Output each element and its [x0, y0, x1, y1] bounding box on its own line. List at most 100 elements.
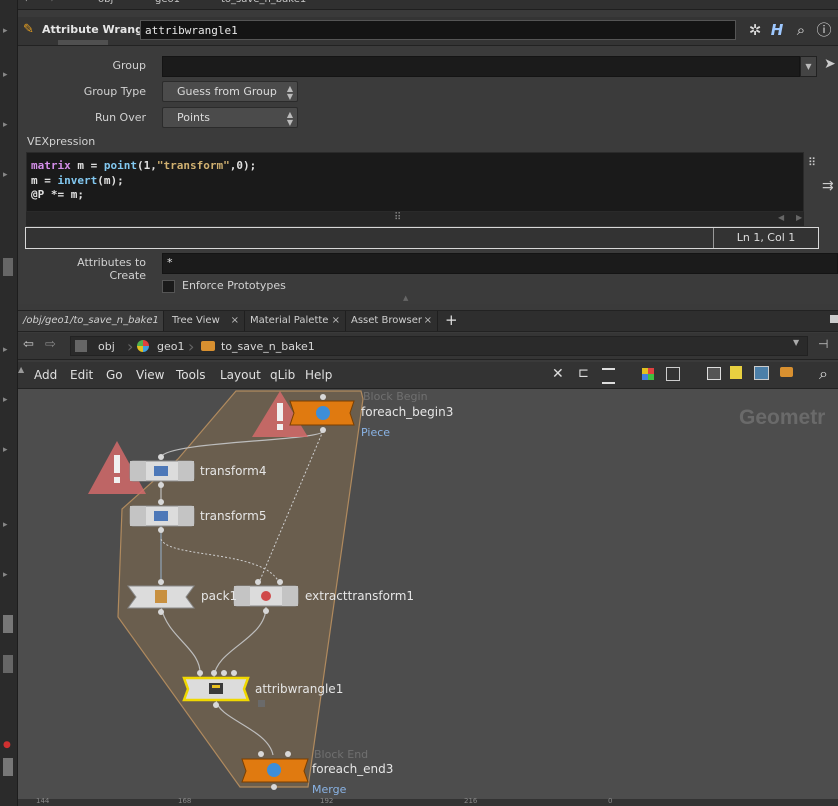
- scroll-right-icon[interactable]: ▶: [796, 213, 802, 222]
- node-foreach-begin3-name[interactable]: foreach_begin3: [361, 405, 453, 419]
- wrench-icon[interactable]: ✕: [552, 366, 564, 382]
- path-segment-network[interactable]: to_save_n_bake1: [221, 340, 315, 353]
- node-attribwrangle1-name[interactable]: attribwrangle1: [255, 682, 343, 696]
- forward-arrow-icon[interactable]: ⇨: [46, 0, 54, 8]
- node-extracttransform1-name[interactable]: extracttransform1: [305, 589, 414, 603]
- tab-asset-browser[interactable]: Asset Browser ×: [346, 311, 438, 331]
- path-segment-geo1[interactable]: geo1: [155, 0, 180, 8]
- expand-arrow-icon[interactable]: ▸: [3, 395, 13, 409]
- back-arrow-icon[interactable]: ⇦: [24, 0, 32, 8]
- record-icon[interactable]: ●: [3, 740, 13, 754]
- group-field[interactable]: [162, 56, 800, 77]
- group-dropdown-button[interactable]: ▼: [800, 56, 817, 77]
- tab-network-path[interactable]: /obj/geo1/to_save_n_bake1: [18, 311, 164, 331]
- network-box-icon[interactable]: [707, 367, 721, 380]
- network-menu-bar: ▲ Add Edit Go View Tools Layout qLib Hel…: [18, 362, 838, 389]
- path-segment-obj[interactable]: obj: [98, 340, 115, 353]
- node-info-marker: [258, 700, 265, 707]
- node-type-label: Attribute Wrangle: [42, 23, 155, 36]
- path-segment-network[interactable]: to_save_n_bake1: [221, 0, 306, 8]
- select-arrow-icon[interactable]: ➤: [824, 56, 836, 72]
- info-icon[interactable]: ⓘ: [815, 21, 833, 39]
- tab-tree-view[interactable]: Tree View ×: [167, 311, 245, 331]
- transform-node-icon: [154, 466, 168, 476]
- grid-view-icon[interactable]: [666, 367, 680, 381]
- network-path-bar: ⇦ ⇨ obj › geo1 › to_save_n_bake1 ▼ ⊣: [18, 333, 838, 360]
- list-icon[interactable]: [602, 368, 615, 384]
- tree-layout-icon[interactable]: ⊏: [578, 366, 589, 381]
- grip-icon[interactable]: ⠿: [808, 156, 816, 169]
- pack-node-icon: [155, 590, 167, 603]
- pane-divider-arrow-icon[interactable]: ▲: [403, 294, 408, 302]
- collapse-arrow-icon[interactable]: ▲: [18, 365, 24, 374]
- menu-layout[interactable]: Layout: [220, 368, 261, 382]
- expand-arrow-icon[interactable]: ▸: [3, 570, 13, 584]
- forward-arrow-icon[interactable]: ⇨: [45, 337, 56, 352]
- menu-go[interactable]: Go: [106, 368, 123, 382]
- node-transform4-name[interactable]: transform4: [200, 464, 266, 478]
- expand-arrow-icon[interactable]: ▸: [3, 70, 13, 84]
- expand-arrow-icon[interactable]: ▸: [3, 120, 13, 134]
- warning-icon-mark: [114, 455, 120, 473]
- path-dropdown-icon[interactable]: ▼: [793, 338, 799, 347]
- color-palette-icon[interactable]: [642, 368, 654, 380]
- node-name-field[interactable]: attribwrangle1: [140, 20, 736, 40]
- path-field[interactable]: obj › geo1 › to_save_n_bake1: [70, 336, 808, 356]
- group-type-menu[interactable]: Guess from Group ▲ ▼: [162, 81, 298, 102]
- enforce-prototypes-checkbox[interactable]: [162, 280, 175, 293]
- node-bypass-flag: [130, 461, 146, 481]
- vex-code-editor[interactable]: matrix m = point(1,"transform",0); m = i…: [26, 152, 804, 212]
- path-segment-geo1[interactable]: geo1: [157, 340, 184, 353]
- expand-arrow-icon[interactable]: ▸: [3, 170, 13, 184]
- node-output-port: [158, 482, 164, 488]
- path-segment-obj[interactable]: obj: [98, 0, 113, 8]
- add-tab-icon[interactable]: +: [445, 312, 458, 329]
- resize-grip-icon[interactable]: ⠿: [394, 212, 401, 223]
- image-icon[interactable]: [754, 366, 769, 380]
- help-H-icon[interactable]: H: [768, 21, 786, 39]
- expand-arrow-icon[interactable]: ▸: [3, 345, 13, 359]
- search-icon[interactable]: ⌕: [819, 364, 828, 384]
- wrangle-node-icon: ✎: [23, 22, 34, 37]
- node-input-port: [158, 499, 164, 505]
- attributes-to-create-field[interactable]: *: [162, 253, 838, 274]
- menu-add[interactable]: Add: [34, 368, 57, 382]
- sticky-note-icon[interactable]: [730, 366, 742, 379]
- menu-qlib[interactable]: qLib: [270, 368, 295, 382]
- pane-menu-icon[interactable]: [830, 315, 838, 323]
- back-arrow-icon[interactable]: ⇦: [23, 337, 34, 352]
- tab-material-palette[interactable]: Material Palette ×: [245, 311, 346, 331]
- menu-help[interactable]: Help: [305, 368, 332, 382]
- expand-arrow-icon[interactable]: ▸: [3, 26, 13, 40]
- expand-arrow-icon[interactable]: ▸: [3, 520, 13, 534]
- network-canvas[interactable]: Geometr Block Begin foreach_begin3 Piece…: [18, 389, 838, 806]
- code-line: @P *= m;: [31, 188, 84, 201]
- close-icon[interactable]: ×: [424, 311, 432, 331]
- menu-view[interactable]: View: [136, 368, 164, 382]
- close-icon[interactable]: ×: [332, 311, 340, 331]
- tool-icon[interactable]: [3, 258, 13, 276]
- tool-icon[interactable]: [3, 655, 13, 673]
- transform-node-icon: [154, 511, 168, 521]
- pane-tab-bar: /obj/geo1/to_save_n_bake1 Tree View × Mat…: [18, 310, 838, 332]
- pin-icon[interactable]: ⊣: [818, 337, 828, 351]
- subnet-icon[interactable]: [780, 367, 793, 377]
- close-icon[interactable]: ×: [231, 311, 239, 331]
- extract-node-icon: [261, 591, 271, 601]
- editor-scrollbar[interactable]: ⠿ ◀ ▶: [26, 212, 804, 226]
- tab-stub: [58, 40, 108, 45]
- expand-arrow-icon[interactable]: ▸: [3, 445, 13, 459]
- node-transform5-name[interactable]: transform5: [200, 509, 266, 523]
- tool-icon[interactable]: [3, 758, 13, 776]
- search-icon[interactable]: ⌕: [792, 21, 810, 39]
- gear-icon[interactable]: ✲: [746, 21, 764, 39]
- menu-tools[interactable]: Tools: [176, 368, 206, 382]
- node-bypass-flag: [130, 506, 146, 526]
- node-pack1-name[interactable]: pack1: [201, 589, 237, 603]
- expression-tools-icon[interactable]: ⇉: [822, 178, 834, 194]
- scroll-left-icon[interactable]: ◀: [778, 213, 784, 222]
- menu-edit[interactable]: Edit: [70, 368, 93, 382]
- run-over-menu[interactable]: Points ▲ ▼: [162, 107, 298, 128]
- tool-icon[interactable]: [3, 615, 13, 633]
- node-foreach-end3-name[interactable]: foreach_end3: [312, 762, 393, 776]
